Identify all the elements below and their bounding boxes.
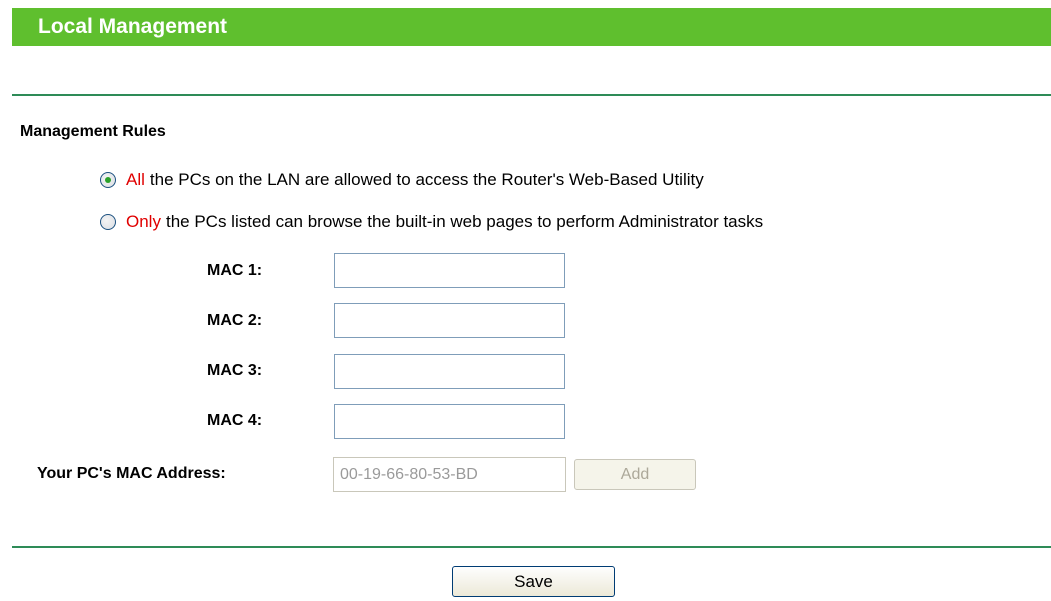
- rule-only-highlight: Only: [126, 212, 161, 231]
- local-management-page: Local Management Management Rules All th…: [0, 0, 1051, 601]
- mac-3-input[interactable]: [334, 354, 565, 389]
- mac-4-label: MAC 4:: [207, 412, 263, 429]
- mac-4-input[interactable]: [334, 404, 565, 439]
- mac-2-input[interactable]: [334, 303, 565, 338]
- rule-all-label: the PCs on the LAN are allowed to access…: [149, 170, 704, 189]
- bottom-divider: [12, 546, 1051, 548]
- mac-1-label: MAC 1:: [207, 262, 263, 279]
- rule-only-label: the PCs listed can browse the built-in w…: [165, 212, 764, 231]
- mac-3-label: MAC 3:: [207, 362, 263, 379]
- pc-mac-input: [333, 457, 566, 492]
- save-button[interactable]: Save: [452, 566, 615, 597]
- pc-mac-label: Your PC's MAC Address:: [37, 465, 226, 482]
- mac-2-label: MAC 2:: [207, 312, 263, 329]
- section-title: Management Rules: [20, 123, 166, 140]
- rule-only-radio[interactable]: [100, 214, 116, 230]
- mac-1-input[interactable]: [334, 253, 565, 288]
- page-title: Local Management: [38, 15, 228, 38]
- rule-only-row[interactable]: Only the PCs listed can browse the built…: [100, 211, 763, 233]
- rule-all-radio[interactable]: [100, 172, 116, 188]
- rule-all-row[interactable]: All the PCs on the LAN are allowed to ac…: [100, 169, 704, 191]
- rule-all-highlight: All: [126, 170, 145, 189]
- top-divider: [12, 94, 1051, 96]
- page-header: Local Management: [12, 8, 1051, 46]
- add-button[interactable]: Add: [574, 459, 696, 490]
